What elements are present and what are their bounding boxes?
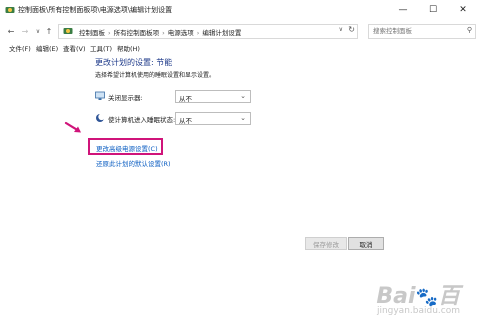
title-bar: 控制面板\所有控制面板项\电源选项\编辑计划设置 — ☐ ✕ (0, 0, 480, 23)
window-title: 控制面板\所有控制面板项\电源选项\编辑计划设置 (18, 6, 173, 14)
breadcrumb-all-items[interactable]: 所有控制面板项 (114, 29, 160, 37)
menu-file[interactable]: 文件(F) (9, 43, 31, 53)
address-dropdown-icon[interactable]: ∨ (339, 26, 343, 33)
paw-icon: 🐾 (415, 287, 438, 308)
address-bar: ← → ∨ ↑ 控制面板›所有控制面板项›电源选项›编辑计划设置 ∨ ↻ ⚲ (0, 22, 480, 40)
page-title: 更改计划的设置: 节能 (95, 58, 173, 67)
cancel-button[interactable]: 取消 (348, 237, 384, 250)
search-input[interactable] (373, 26, 459, 36)
annotation-arrow-icon (64, 121, 81, 133)
breadcrumb-separator-icon[interactable]: › (162, 29, 165, 37)
search-icon[interactable]: ⚲ (467, 26, 472, 34)
baidu-watermark: Bai🐾百 jingyan.baidu.com (376, 278, 460, 316)
up-icon[interactable]: ↑ (44, 25, 54, 37)
menu-edit[interactable]: 编辑(E) (36, 43, 58, 53)
menu-bar: 文件(F) 编辑(E) 查看(V) 工具(T) 帮助(H) (0, 41, 480, 55)
maximize-button[interactable]: ☐ (418, 0, 448, 20)
moon-icon (96, 113, 105, 122)
advanced-power-settings-link[interactable]: 更改高级电源设置(C) (96, 143, 158, 153)
turn-off-display-label: 关闭显示器: (108, 94, 143, 102)
control-panel-icon (5, 7, 15, 13)
breadcrumb-separator-icon[interactable]: › (197, 29, 200, 37)
search-box[interactable]: ⚲ (368, 24, 476, 39)
control-panel-window: 控制面板\所有控制面板项\电源选项\编辑计划设置 — ☐ ✕ ← → ∨ ↑ 控… (0, 0, 480, 320)
monitor-icon (95, 91, 105, 100)
forward-icon[interactable]: → (20, 25, 30, 37)
breadcrumb-power-options[interactable]: 电源选项 (168, 29, 194, 37)
chevron-down-icon: ⌄ (240, 92, 246, 100)
menu-view[interactable]: 查看(V) (63, 43, 86, 53)
breadcrumb-separator-icon[interactable]: › (108, 29, 111, 37)
sleep-label: 使计算机进入睡眠状态: (108, 116, 176, 124)
address-field[interactable]: 控制面板 › 所有控制面板项 › 电源选项 › 编辑计划设置 ∨ ↻ (58, 24, 358, 39)
menu-help[interactable]: 帮助(H) (117, 43, 140, 53)
page-subtitle: 选择希望计算机使用的睡眠设置和显示设置。 (95, 72, 216, 79)
watermark-url: jingyan.baidu.com (376, 306, 460, 316)
sleep-select[interactable]: 从不 ⌄ (175, 112, 251, 125)
breadcrumb-control-panel[interactable]: 控制面板 (79, 29, 105, 37)
save-changes-button[interactable]: 保存修改 (305, 237, 347, 250)
control-panel-icon (63, 28, 73, 34)
restore-defaults-link[interactable]: 还原此计划的默认设置(R) (96, 158, 171, 168)
turn-off-display-value: 从不 (179, 95, 192, 103)
menu-tools[interactable]: 工具(T) (90, 43, 112, 53)
breadcrumb: 控制面板 › 所有控制面板项 › 电源选项 › 编辑计划设置 (79, 27, 241, 37)
minimize-button[interactable]: — (388, 0, 418, 20)
recent-pages-icon[interactable]: ∨ (33, 25, 43, 37)
turn-off-display-select[interactable]: 从不 ⌄ (175, 90, 251, 103)
sleep-value: 从不 (179, 117, 192, 125)
breadcrumb-edit-plan[interactable]: 编辑计划设置 (202, 29, 241, 37)
chevron-down-icon: ⌄ (240, 114, 246, 122)
refresh-icon[interactable]: ↻ (348, 25, 355, 34)
close-button[interactable]: ✕ (448, 0, 478, 20)
back-icon[interactable]: ← (6, 25, 16, 37)
